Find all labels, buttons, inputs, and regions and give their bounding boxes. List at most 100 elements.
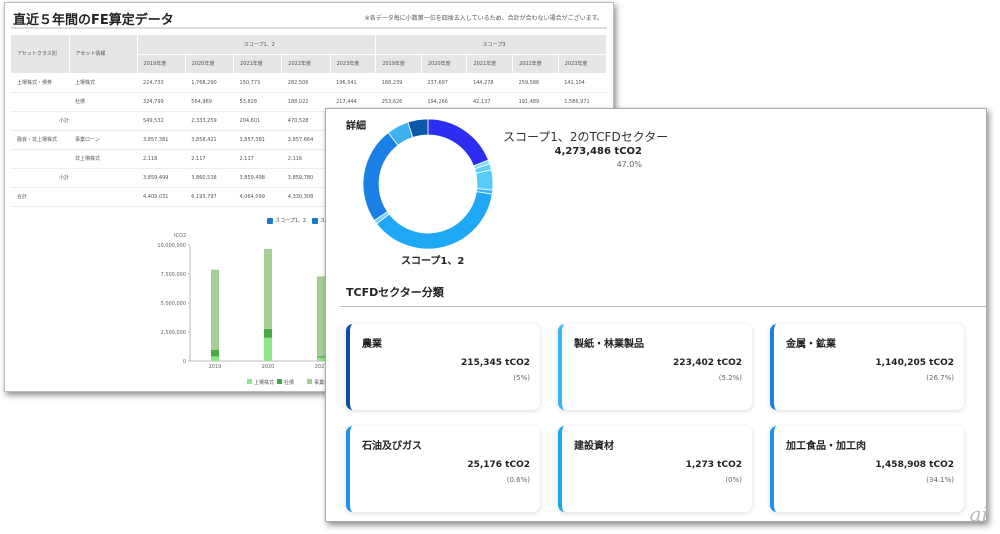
asset-info-cell xyxy=(69,187,137,207)
sector-name: 石油及びガス xyxy=(362,441,422,452)
header-year: 2022年度 xyxy=(281,54,331,74)
bar-segment[interactable] xyxy=(317,356,325,358)
value-cell: 2,117 xyxy=(233,149,282,169)
bar-segment[interactable] xyxy=(317,357,325,361)
x-tick-label: 2020 xyxy=(262,364,275,370)
value-cell: 188,022 xyxy=(281,92,331,112)
divider xyxy=(11,27,607,29)
header-year: 2019年度 xyxy=(137,54,186,74)
value-cell: 150,773 xyxy=(233,73,282,93)
value-cell: 3,859,499 xyxy=(137,168,186,188)
tcfd-heading: TCFDセクター分類 xyxy=(346,286,444,299)
value-cell: 2,116 xyxy=(281,149,331,169)
value-cell: 564,969 xyxy=(185,92,234,112)
asset-info-cell xyxy=(69,111,137,131)
detail-panel: 詳細 スコープ1、2 スコープ1、2のTCFDセクター 4,273,486 tC… xyxy=(325,108,987,522)
sector-card[interactable]: 石油及びガス 25,176 tCO2 (0.6%) xyxy=(346,426,540,512)
header-year: 2021年度 xyxy=(466,54,514,74)
sector-emissions: 1,140,205 tCO2 xyxy=(875,358,954,368)
y-tick-label: 5,000,000 xyxy=(161,301,186,307)
sector-card[interactable]: 農業 215,345 tCO2 (5%) xyxy=(346,324,540,410)
toggle-scope12[interactable]: スコープ1、2 xyxy=(267,217,306,224)
sector-emissions: 25,176 tCO2 xyxy=(467,460,530,470)
sector-name: 製紙・林業製品 xyxy=(574,339,644,350)
bar-segment[interactable] xyxy=(264,328,272,338)
header-scope3: スコープ3 xyxy=(375,35,607,55)
value-cell: 3,860,538 xyxy=(185,168,234,188)
value-cell: 1,768,290 xyxy=(185,73,234,93)
value-cell: 2,333,259 xyxy=(185,111,234,131)
legend-swatch xyxy=(247,379,252,384)
bar-segment[interactable] xyxy=(264,248,272,329)
sector-total: 4,273,486 tCO2 xyxy=(554,146,642,157)
value-cell: 4,330,308 xyxy=(281,187,331,207)
bar-segment[interactable] xyxy=(317,276,325,357)
value-cell: 224,733 xyxy=(137,73,186,93)
header-year: 2019年度 xyxy=(375,54,422,74)
asset-info-cell: 事業ローン xyxy=(69,130,137,150)
sector-emissions: 223,402 tCO2 xyxy=(673,358,742,368)
y-tick-label: 7,500,000 xyxy=(161,272,186,278)
asset-class-cell: 融資・非上場株式 xyxy=(11,130,69,150)
value-cell: 3,857,381 xyxy=(233,130,282,150)
y-tick-label: 2,500,000 xyxy=(161,330,186,336)
sector-emissions: 1,458,908 tCO2 xyxy=(875,460,954,470)
sector-emissions: 215,345 tCO2 xyxy=(461,358,530,368)
legend-swatch xyxy=(307,379,312,384)
sector-name: 加工食品・加工肉 xyxy=(786,441,866,452)
donut-slice[interactable] xyxy=(362,132,399,222)
watermark-logo: ai xyxy=(969,502,988,526)
value-cell: 470,528 xyxy=(281,111,331,131)
toggle-scope3[interactable]: ス xyxy=(312,217,325,224)
asset-class-cell: 小計 xyxy=(11,111,69,131)
value-cell: 282,506 xyxy=(281,73,331,93)
value-cell: 204,601 xyxy=(233,111,282,131)
page-title: 直近５年間のFE算定データ xyxy=(13,13,174,28)
sector-share: (26.7%) xyxy=(926,374,954,382)
value-cell: 168,239 xyxy=(375,73,422,93)
value-cell: 4,409,031 xyxy=(137,187,186,207)
asset-class-cell: 合計 xyxy=(11,187,69,207)
y-axis-label: tCO2 xyxy=(174,233,187,239)
header-asset-info: アセット情報 xyxy=(69,35,138,74)
header-year: 2022年度 xyxy=(512,54,559,74)
asset-class-cell: 小計 xyxy=(11,168,69,188)
donut-slice[interactable] xyxy=(376,191,493,250)
value-cell: 196,541 xyxy=(330,73,376,93)
donut-slice[interactable] xyxy=(427,118,489,167)
sector-share: (5%) xyxy=(513,374,530,382)
donut-slice[interactable] xyxy=(475,169,494,191)
sector-card[interactable]: 製紙・林業製品 223,402 tCO2 (5.2%) xyxy=(558,324,752,410)
asset-info-cell: 上場株式 xyxy=(69,73,137,93)
bar-segment[interactable] xyxy=(211,269,219,350)
sector-emissions: 1,273 tCO2 xyxy=(685,460,742,470)
value-cell: 259,586 xyxy=(512,73,559,93)
bar-segment[interactable] xyxy=(264,337,272,361)
value-cell: 141,104 xyxy=(558,73,607,93)
divider xyxy=(340,306,986,307)
value-cell: 3,857,664 xyxy=(281,130,331,150)
header-year: 2023年度 xyxy=(330,54,377,74)
scope-toggles: スコープ1、2 ス xyxy=(267,217,325,224)
header-scope12: スコープ1、2 xyxy=(137,35,377,55)
value-cell: 2,118 xyxy=(137,149,186,169)
sector-card[interactable]: 金属・鉱業 1,140,205 tCO2 (26.7%) xyxy=(770,324,964,410)
scope-donut-chart xyxy=(362,118,494,250)
value-cell: 324,799 xyxy=(137,92,186,112)
asset-info-cell: 社債 xyxy=(69,92,137,112)
asset-info-cell: 非上場株式 xyxy=(69,149,137,169)
bar-segment[interactable] xyxy=(211,356,219,361)
bar-segment[interactable] xyxy=(211,349,219,357)
sector-card[interactable]: 建設資材 1,273 tCO2 (0%) xyxy=(558,426,752,512)
sector-name: 金属・鉱業 xyxy=(786,339,836,350)
value-cell: 3,857,381 xyxy=(137,130,186,150)
value-cell: 6,193,797 xyxy=(185,187,234,207)
y-tick-label: 10,000,000 xyxy=(157,243,186,249)
sector-percent: 47.0% xyxy=(616,160,642,169)
asset-info-cell xyxy=(69,168,137,188)
sector-card[interactable]: 加工食品・加工肉 1,458,908 tCO2 (34.1%) xyxy=(770,426,964,512)
legend-label: 社債 xyxy=(284,379,294,386)
sector-share: (34.1%) xyxy=(926,476,954,484)
header-year: 2023年度 xyxy=(558,54,608,74)
value-cell: 53,828 xyxy=(233,92,282,112)
